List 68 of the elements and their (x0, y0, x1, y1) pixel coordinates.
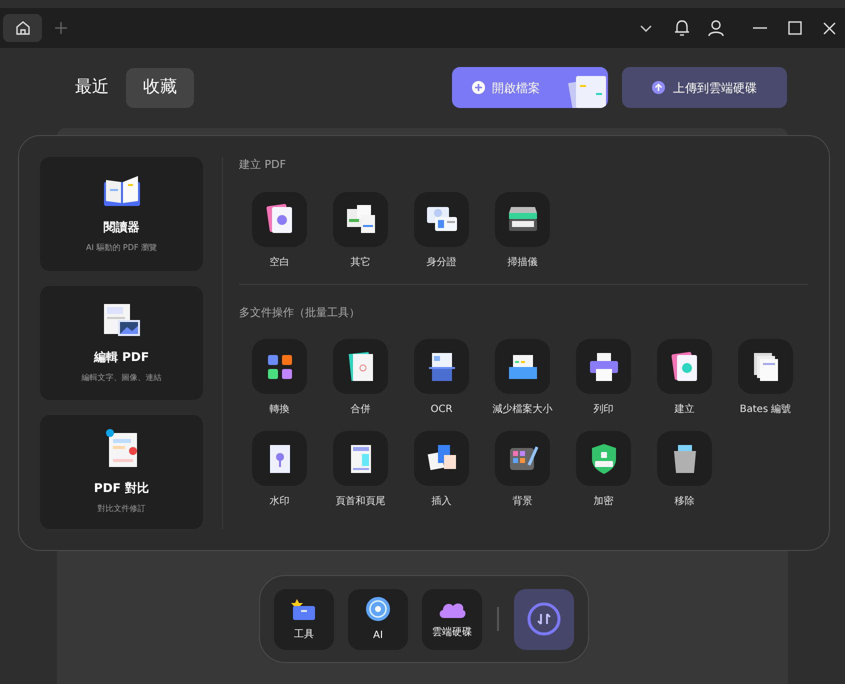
tool-label: 水印 (270, 494, 290, 509)
upload-cloud-button[interactable]: 上傳到雲端硬碟 (622, 67, 787, 108)
tool-button[interactable] (252, 192, 307, 246)
feature-title: PDF 對比 (94, 480, 150, 497)
feature-subtitle: AI 驅動的 PDF 瀏覽 (86, 242, 158, 254)
tool-label: 插入 (432, 494, 452, 509)
feature-card[interactable]: PDF 對比 對比文件修訂 (40, 415, 203, 529)
tool-label: 建立 (674, 402, 694, 417)
section-title: 多文件操作（批量工具） (239, 304, 361, 320)
feature-title: 閱讀器 (104, 219, 140, 236)
view-tab[interactable]: 收藏 (126, 68, 194, 108)
tool-button[interactable] (495, 339, 550, 394)
tool-button[interactable] (333, 431, 388, 486)
dock-button[interactable]: 雲端硬碟 (422, 588, 482, 650)
tool-label: 身分證 (426, 256, 456, 270)
open-file-button[interactable]: 開啟檔案 (452, 67, 608, 108)
home-icon (14, 20, 30, 36)
tool-button[interactable] (333, 339, 388, 394)
tool-button[interactable] (576, 431, 631, 486)
maximize-icon[interactable] (788, 21, 802, 35)
tool-button[interactable] (576, 339, 631, 394)
feature-subtitle: 對比文件修訂 (98, 503, 146, 515)
tool-label: Bates 編號 (740, 402, 792, 417)
tool-label: 轉換 (270, 403, 290, 417)
tool-label: 列印 (594, 402, 614, 417)
document-compare-icon (104, 429, 138, 469)
tool-button[interactable] (414, 431, 469, 486)
toolbox-icon (291, 596, 317, 620)
tool-button[interactable] (738, 339, 793, 394)
book-icon (102, 174, 142, 208)
tool-button[interactable] (252, 339, 307, 394)
sync-button[interactable] (514, 588, 574, 650)
tool-label: 空白 (270, 256, 290, 270)
dock-button[interactable]: 工具 (274, 588, 334, 650)
tool-button[interactable] (333, 192, 388, 246)
view-tab[interactable]: 最近 (58, 68, 126, 108)
tool-label: 頁首和頁尾 (336, 494, 386, 509)
tool-label: 移除 (674, 495, 694, 509)
feature-card[interactable]: 編輯 PDF 編輯文字、圖像、連結 (40, 286, 203, 400)
feature-subtitle: 編輯文字、圖像、連結 (82, 372, 162, 384)
tool-label: 掃描儀 (508, 256, 538, 270)
user-icon[interactable] (708, 19, 724, 37)
sync-icon (527, 602, 562, 636)
dock-button[interactable]: AI (348, 588, 408, 650)
plus-circle-icon (472, 81, 485, 94)
document-image-icon (102, 302, 142, 338)
tool-button[interactable] (657, 431, 712, 486)
feature-card[interactable]: 閱讀器 AI 驅動的 PDF 瀏覽 (40, 157, 203, 271)
tool-label: 加密 (594, 494, 614, 509)
tool-button[interactable] (657, 339, 712, 394)
tool-button[interactable] (495, 431, 550, 486)
tool-button[interactable] (414, 339, 469, 394)
tool-label: OCR (430, 403, 452, 417)
section-title: 建立 PDF (239, 157, 287, 173)
tool-label: 其它 (350, 256, 370, 270)
tool-label: 減少檔案大小 (492, 402, 552, 417)
upload-icon (652, 81, 665, 94)
add-tab-icon[interactable] (54, 21, 68, 35)
ai-orb-icon (365, 596, 392, 622)
home-tab[interactable] (3, 14, 42, 42)
tool-button[interactable] (414, 192, 469, 246)
close-icon[interactable] (823, 22, 836, 34)
tool-label: 合併 (350, 403, 370, 417)
tool-button[interactable] (252, 431, 307, 486)
tool-label: 背景 (512, 494, 532, 509)
feature-title: 編輯 PDF (94, 349, 150, 366)
bell-icon[interactable] (674, 19, 690, 37)
tool-button[interactable] (495, 192, 550, 246)
